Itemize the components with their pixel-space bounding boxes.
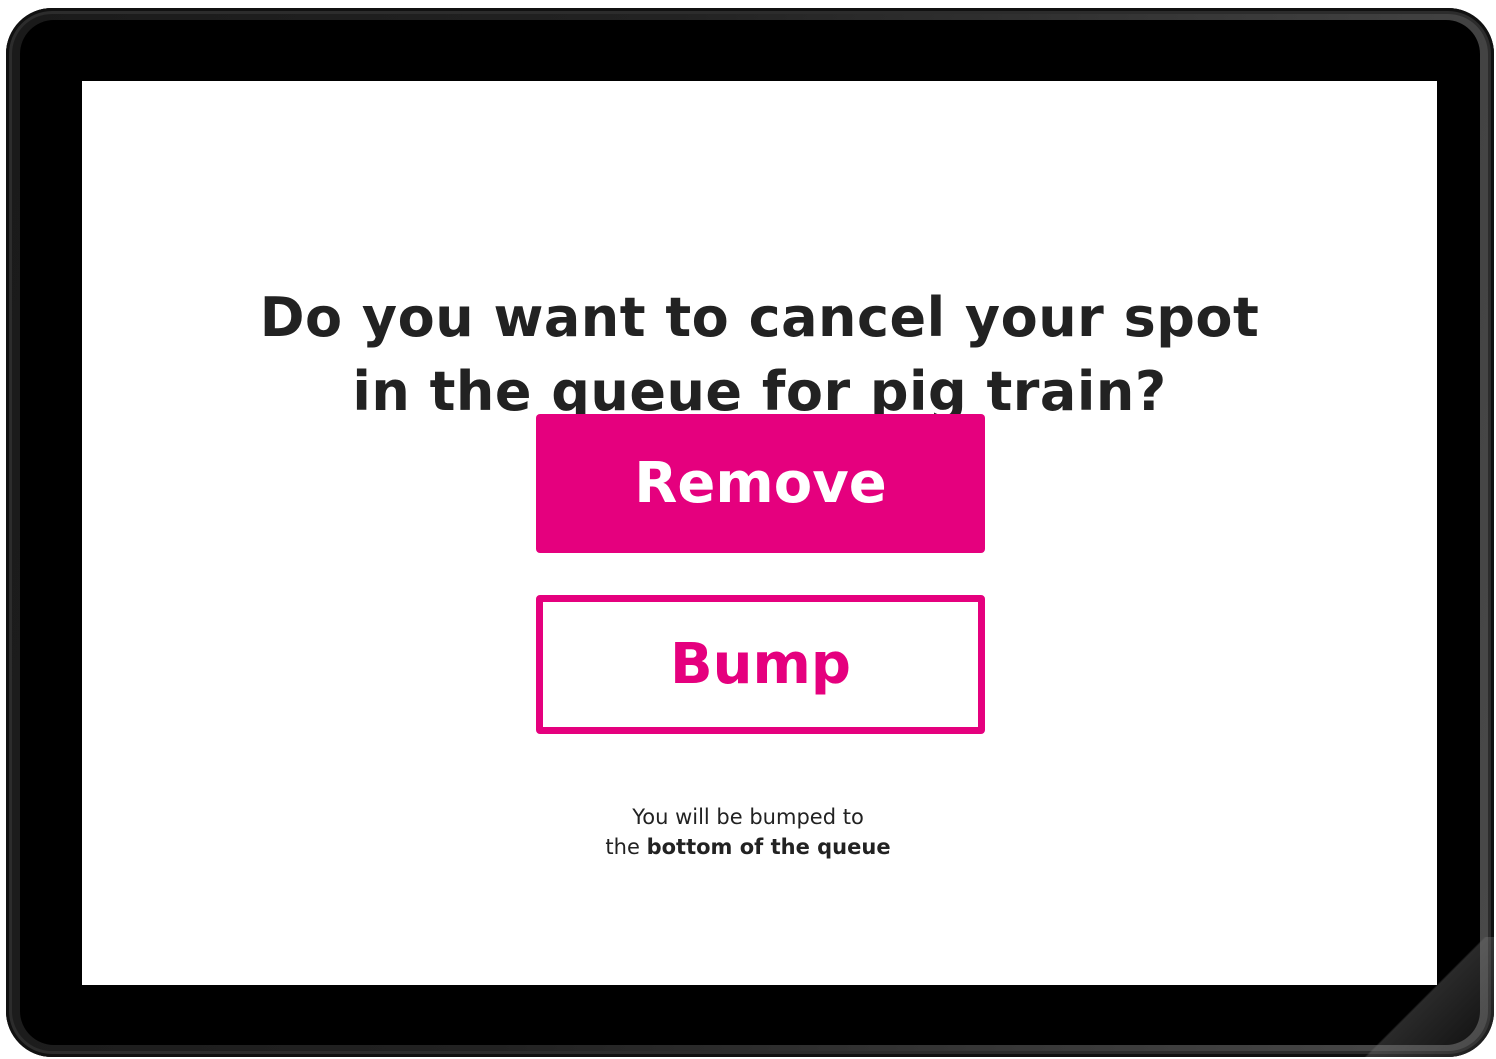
bump-button-label: Bump [670, 632, 851, 697]
question-line-1: Do you want to cancel your spot [259, 286, 1260, 349]
bump-note-prefix: the [605, 835, 640, 859]
bump-button[interactable]: Bump [536, 595, 985, 734]
bump-note-emphasis: bottom of the queue [646, 835, 891, 859]
bump-note-line-1: You will be bumped to [632, 805, 864, 829]
bump-note: You will be bumped to the bottom of the … [0, 802, 1496, 862]
cancel-question-title: Do you want to cancel your spot in the q… [82, 281, 1437, 429]
remove-button-label: Remove [634, 451, 887, 516]
remove-button[interactable]: Remove [536, 414, 985, 553]
bump-note-line-2: the bottom of the queue [0, 832, 1496, 862]
